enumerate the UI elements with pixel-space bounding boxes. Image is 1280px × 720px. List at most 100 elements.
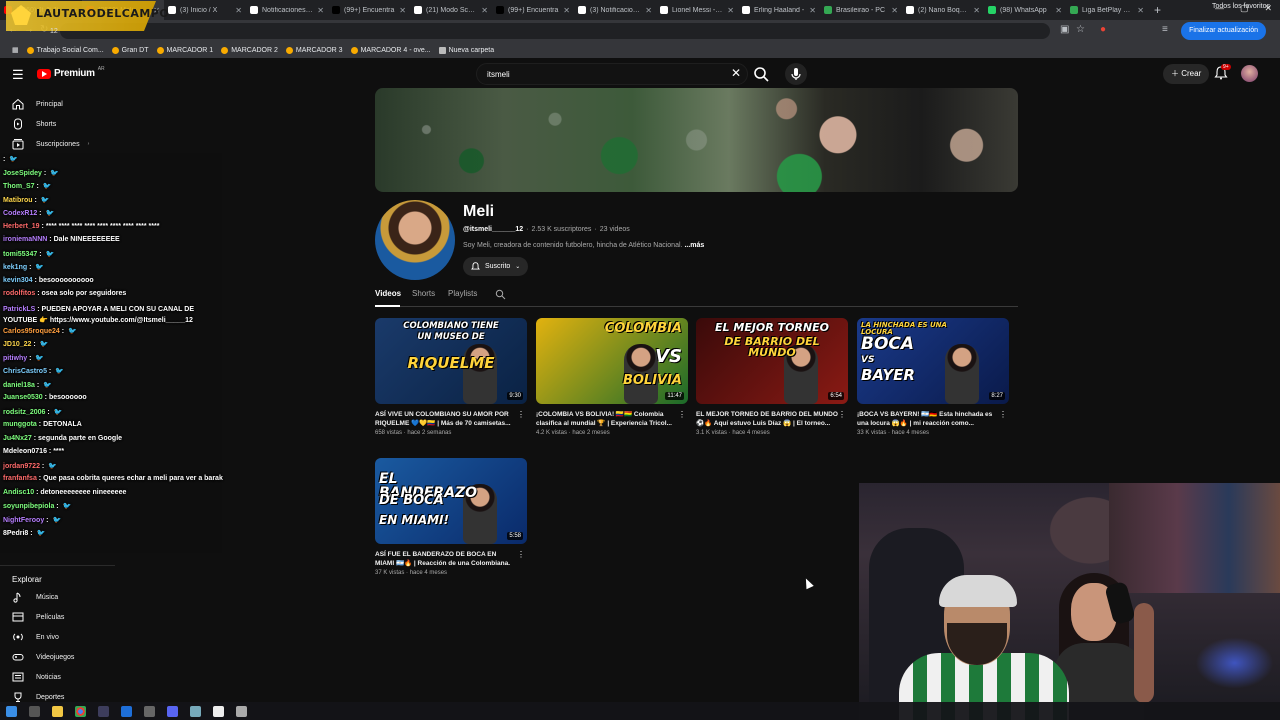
video-title[interactable]: EL MEJOR TORNEO DE BARRIO DEL MUNDO ⚽🔥 A… [696, 410, 848, 428]
bookmark-star-icon[interactable]: ☆ [1076, 24, 1085, 35]
subscribed-button[interactable]: Suscrito ⌄ [463, 257, 529, 276]
sidebar-item-suscripciones[interactable]: Suscripciones › [0, 134, 115, 154]
sidebar-item-en-vivo[interactable]: En vivo [0, 627, 115, 647]
channel-description[interactable]: Soy Meli, creadora de contenido futboler… [463, 242, 704, 249]
browser-tab[interactable]: Notificaciones / X ✕ [246, 0, 328, 20]
bookmark-item[interactable]: Nueva carpeta [438, 46, 494, 54]
chat-username[interactable]: ironiemaNNN [3, 236, 47, 243]
close-tab-icon[interactable]: ✕ [973, 6, 980, 15]
chat-username[interactable]: Thom_S7 [3, 183, 35, 190]
video-title[interactable]: ASÍ FUE EL BANDERAZO DE BOCA EN MIAMI 🇦🇷… [375, 550, 527, 568]
chat-username[interactable]: Andisc10 [3, 489, 34, 496]
address-bar[interactable] [60, 23, 1050, 39]
video-card[interactable]: LA HINCHADA ES UNA LOCURA BOCA VS BAYER 8:27… [857, 318, 1009, 436]
browser-tab[interactable]: (2) Nano Boquen ✕ [902, 0, 984, 20]
video-thumbnail[interactable]: COLOMBIANO TIENE UN MUSEO DE RIQUELME 9:30 [375, 318, 527, 404]
close-tab-icon[interactable]: ✕ [645, 6, 652, 15]
video-menu-icon[interactable]: ⋮ [517, 410, 525, 419]
video-menu-icon[interactable]: ⋮ [999, 410, 1007, 419]
chat-username[interactable]: CodexR12 [3, 210, 37, 217]
new-tab-button[interactable]: + [1154, 3, 1161, 17]
close-tab-icon[interactable]: ✕ [727, 6, 734, 15]
close-tab-icon[interactable]: ✕ [235, 6, 242, 15]
video-thumbnail[interactable]: EL MEJOR TORNEO DE BARRIO DEL MUNDO 6:54 [696, 318, 848, 404]
video-menu-icon[interactable]: ⋮ [678, 410, 686, 419]
close-tab-icon[interactable]: ✕ [1137, 6, 1144, 15]
media-icon[interactable]: ≡ [1162, 24, 1168, 35]
voice-search-icon[interactable] [785, 63, 807, 85]
browser-tab[interactable]: Erling Haaland - ✕ [738, 0, 820, 20]
chat-username[interactable]: Ju4Nx27 [3, 435, 32, 442]
chat-username[interactable]: kek1ng [3, 264, 27, 271]
close-tab-icon[interactable]: ✕ [809, 6, 816, 15]
close-tab-icon[interactable]: ✕ [891, 6, 898, 15]
browser-tab[interactable]: (99+) Encuentra ✕ [492, 0, 574, 20]
video-title[interactable]: ¡COLOMBIA VS BOLIVIA! 🇨🇴🇧🇴 Colombia clas… [536, 410, 688, 428]
sidebar-item-videojuegos[interactable]: Videojuegos [0, 647, 115, 667]
browser-tab[interactable]: Liga BetPlay Dim ✕ [1066, 0, 1148, 20]
sidebar-item-musica[interactable]: Música [0, 587, 115, 607]
edge-icon[interactable] [121, 705, 132, 717]
file-explorer-icon[interactable] [52, 705, 63, 717]
channel-avatar[interactable] [375, 200, 455, 280]
close-tab-icon[interactable]: ✕ [563, 6, 570, 15]
chat-username[interactable]: Matibrou [3, 197, 33, 204]
video-card[interactable]: EL MEJOR TORNEO DE BARRIO DEL MUNDO 6:54 EL… [696, 318, 848, 436]
close-tab-icon[interactable]: ✕ [399, 6, 406, 15]
bookmark-item[interactable]: MARCADOR 2 [221, 46, 278, 54]
chrome-icon[interactable] [75, 705, 86, 717]
tab-videos[interactable]: Videos [375, 289, 401, 298]
tab-playlists[interactable]: Playlists [448, 289, 477, 298]
chat-username[interactable]: daniel18a [3, 382, 35, 389]
bookmark-item[interactable]: Gran DT [111, 46, 149, 54]
chat-username[interactable]: PatrickLS [3, 306, 35, 313]
app-icon[interactable] [98, 705, 109, 717]
user-avatar[interactable] [1241, 65, 1258, 82]
chat-username[interactable]: NightFerooy [3, 517, 44, 524]
close-tab-icon[interactable]: ✕ [1055, 6, 1062, 15]
search-taskbar-icon[interactable] [29, 705, 40, 717]
search-icon[interactable] [752, 65, 770, 83]
browser-tab[interactable]: (3) Inicio / X ✕ [164, 0, 246, 20]
video-title[interactable]: ASÍ VIVE UN COLOMBIANO SU AMOR POR RIQUE… [375, 410, 527, 428]
close-tab-icon[interactable]: ✕ [481, 6, 488, 15]
app-icon-2[interactable] [190, 705, 201, 717]
bookmark-item[interactable]: Trabajo Social Com... [26, 46, 104, 54]
apps-icon[interactable]: ▦ [12, 46, 19, 54]
chat-username[interactable]: 8Pedri8 [3, 530, 28, 537]
chat-username[interactable]: pitiwhy [3, 355, 27, 362]
browser-tab[interactable]: (3) Notificaciones ✕ [574, 0, 656, 20]
bookmark-item[interactable]: MARCADOR 1 [156, 46, 213, 54]
sidebar-item-principal[interactable]: Principal [0, 94, 115, 114]
hamburger-menu-icon[interactable]: ☰ [12, 67, 24, 83]
app-icon-3[interactable] [213, 705, 224, 717]
chat-username[interactable]: rodolfitos [3, 290, 35, 297]
video-thumbnail[interactable]: COLOMBIA VS BOLIVIA 11:47 [536, 318, 688, 404]
video-menu-icon[interactable]: ⋮ [517, 550, 525, 559]
update-button[interactable]: Finalizar actualización [1181, 22, 1266, 40]
chat-username[interactable]: ChrisCastro5 [3, 368, 47, 375]
video-card[interactable]: COLOMBIA VS BOLIVIA 11:47 ¡COLOMBIA VS BOLIV… [536, 318, 688, 436]
browser-tab[interactable]: Brasileirao - PC ✕ [820, 0, 902, 20]
browser-tab[interactable]: Lionel Messi - Wi ✕ [656, 0, 738, 20]
search-input[interactable]: itsmeli [476, 63, 748, 85]
all-favorites-link[interactable]: Todos los favoritos [1212, 3, 1270, 10]
youtube-logo[interactable]: Premium AR [37, 66, 105, 79]
chat-username[interactable]: Carlos95roque24 [3, 328, 60, 335]
extension-icon[interactable]: ▣ [1060, 24, 1069, 35]
chat-username[interactable]: Herbert_19 [3, 223, 40, 230]
chat-username[interactable]: JoseSpidey [3, 170, 42, 177]
bookmark-item[interactable]: MARCADOR 4 - ove... [350, 46, 431, 54]
bookmark-item[interactable]: MARCADOR 3 [285, 46, 343, 54]
channel-search-icon[interactable] [495, 289, 506, 300]
sidebar-item-noticias[interactable]: Noticias [0, 667, 115, 687]
chat-username[interactable]: Juanse0530 [3, 394, 43, 401]
chat-username[interactable]: jordan9722 [3, 463, 40, 470]
browser-tab[interactable]: (21) Modo Scaloni ✕ [410, 0, 492, 20]
sidebar-item-peliculas[interactable]: Películas [0, 607, 115, 627]
chat-username[interactable]: Mdeleon0716 [3, 448, 47, 455]
video-card[interactable]: EL BANDERAZO DE BOCA EN MIAMI! 5:58 ASÍ FUE … [375, 458, 527, 576]
windows-start-icon[interactable] [6, 705, 17, 717]
video-title[interactable]: ¡BOCA VS BAYERN! 🇦🇷🇩🇪 Esta hinchada es u… [857, 410, 1009, 428]
chat-username[interactable]: rodsitz_2006 [3, 409, 45, 416]
